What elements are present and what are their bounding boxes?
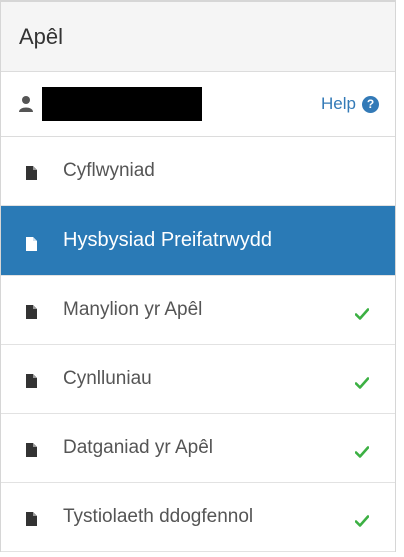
nav-item-manylion-yr-apel[interactable]: Manylion yr Apêl [1,276,395,345]
user-row: Help ? [1,72,395,137]
question-circle-icon: ? [362,95,379,113]
file-icon [26,234,37,251]
check-icon [354,511,370,527]
file-icon [26,441,37,457]
nav-item-tystiolaeth-ddogfennol[interactable]: Tystiolaeth ddogfennol [1,483,395,552]
nav-item-label: Tystiolaeth ddogfennol [63,506,254,527]
file-icon [26,303,37,319]
section-nav: Cyflwyniad Hysbysiad Preifatrwydd Manyli… [1,137,395,552]
nav-item-label: Datganiad yr Apêl [63,437,213,458]
help-label: Help [321,94,356,113]
nav-item-cyflwyniad[interactable]: Cyflwyniad [1,137,395,206]
file-icon [26,164,37,180]
appeal-sidebar-panel: Apêl Help ? Cyflwyniad Hysbysiad Preifat… [0,0,396,552]
check-icon [354,373,370,389]
file-icon [26,510,37,526]
panel-title: Apêl [1,2,395,72]
nav-item-label: Manylion yr Apêl [63,299,203,320]
nav-item-label: Hysbysiad Preifatrwydd [63,229,272,251]
check-icon [354,304,370,320]
redacted-user-name [42,87,202,121]
nav-item-datganiad-yr-apel[interactable]: Datganiad yr Apêl [1,414,395,483]
file-icon [26,372,37,388]
nav-item-label: Cyflwyniad [63,160,155,181]
user-icon [18,95,34,113]
help-link[interactable]: Help ? [321,94,379,114]
check-icon [354,442,370,458]
nav-item-label: Cynlluniau [63,368,152,389]
nav-item-hysbysiad-preifatrwydd[interactable]: Hysbysiad Preifatrwydd [1,206,395,276]
nav-item-cynlluniau[interactable]: Cynlluniau [1,345,395,414]
